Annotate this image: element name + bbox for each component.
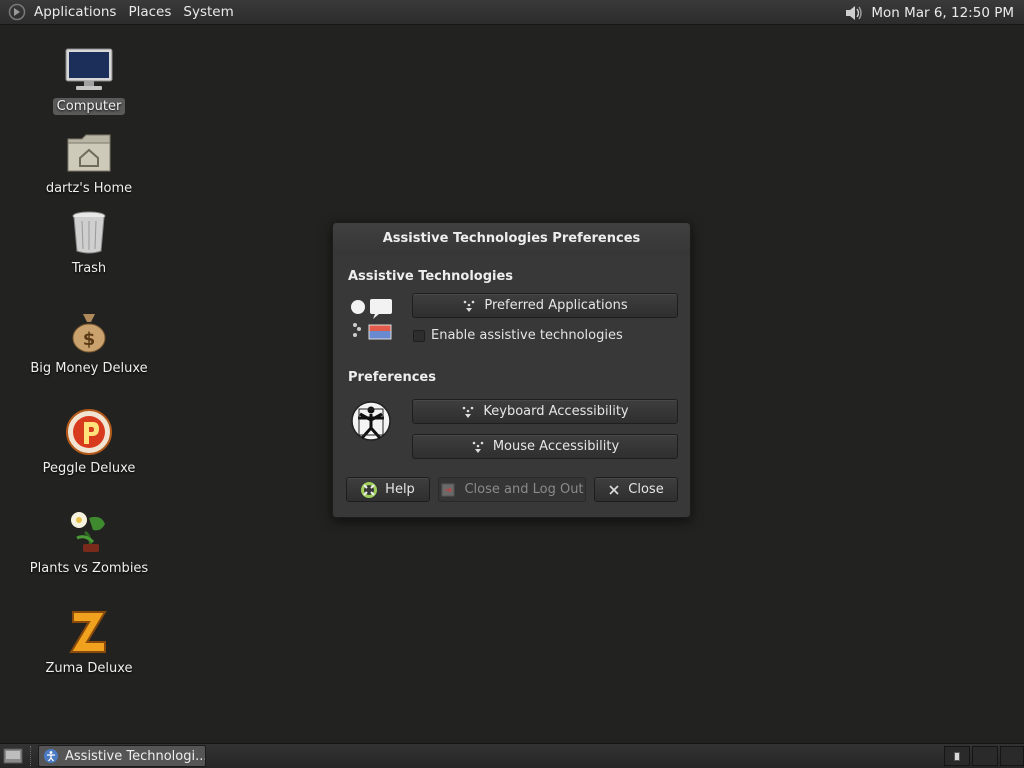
workspace-3[interactable]: [1000, 746, 1024, 766]
desktop-icon-peggle[interactable]: Peggle Deluxe: [14, 406, 164, 477]
desktop-icon-zuma[interactable]: Zuma Deluxe: [14, 606, 164, 677]
vitruvian-man-icon: [350, 400, 392, 442]
money-bag-icon: $: [63, 306, 115, 358]
workspace-2[interactable]: [972, 746, 998, 766]
sparkle-icon: [462, 299, 476, 313]
mouse-accessibility-button[interactable]: Mouse Accessibility: [412, 434, 678, 459]
enable-assistive-label: Enable assistive technologies: [431, 328, 623, 343]
menu-applications[interactable]: Applications: [28, 0, 122, 25]
section-assistive-technologies: Assistive Technologies: [348, 269, 514, 284]
gnome-foot-icon[interactable]: [6, 1, 28, 23]
panel-clock[interactable]: Mon Mar 6, 12:50 PM: [865, 5, 1024, 21]
close-icon: [608, 484, 620, 496]
desktop-icon-pvz[interactable]: Plants vs Zombies: [14, 506, 164, 577]
desktop-icon-label: Plants vs Zombies: [29, 561, 149, 576]
zuma-icon: [63, 606, 115, 658]
preferred-applications-button[interactable]: Preferred Applications: [412, 293, 678, 318]
assistive-technologies-icon: [349, 297, 395, 343]
mouse-accessibility-label: Mouse Accessibility: [492, 439, 620, 454]
plants-vs-zombies-icon: [63, 506, 115, 558]
computer-icon: [63, 44, 115, 96]
close-and-logout-label: Close and Log Out: [464, 482, 584, 497]
desktop-icon-home[interactable]: dartz's Home: [14, 126, 164, 197]
trash-icon: [63, 206, 115, 258]
enable-assistive-checkbox[interactable]: [413, 329, 425, 342]
window-thumbnail: [954, 752, 960, 761]
close-and-logout-button[interactable]: Close and Log Out: [438, 477, 586, 502]
accessibility-icon: [43, 748, 59, 764]
keyboard-accessibility-button[interactable]: Keyboard Accessibility: [412, 399, 678, 424]
desktop-icon-trash[interactable]: Trash: [14, 206, 164, 277]
logout-icon: [440, 482, 456, 498]
sparkle-icon: [461, 405, 475, 419]
bottom-panel: Assistive Technologi...: [0, 743, 1024, 768]
desktop-icon-big-money[interactable]: $ Big Money Deluxe: [14, 306, 164, 377]
desktop-icon-computer[interactable]: Computer: [14, 44, 164, 115]
peggle-icon: [63, 406, 115, 458]
desktop-icon-label: dartz's Home: [45, 181, 133, 196]
keyboard-accessibility-label: Keyboard Accessibility: [483, 404, 629, 419]
workspace-switcher: [944, 746, 1024, 766]
workspace-1[interactable]: [944, 746, 970, 766]
desktop-icon-label: Peggle Deluxe: [42, 461, 136, 476]
show-desktop-icon[interactable]: [2, 745, 24, 767]
desktop-icon-label: Computer: [52, 98, 126, 115]
taskbar-item-label: Assistive Technologi...: [65, 748, 206, 764]
desktop-icon-label: Trash: [71, 261, 107, 276]
assistive-technologies-dialog: Assistive Technologies Preferences Assis…: [332, 222, 691, 518]
close-button[interactable]: Close: [594, 477, 678, 502]
top-panel: Applications Places System Mon Mar 6, 12…: [0, 0, 1024, 25]
menu-system[interactable]: System: [177, 0, 239, 25]
preferred-applications-label: Preferred Applications: [484, 298, 628, 313]
panel-separator: [30, 746, 32, 766]
dialog-title[interactable]: Assistive Technologies Preferences: [333, 223, 690, 255]
desktop-icon-label: Big Money Deluxe: [30, 361, 148, 376]
home-folder-icon: [63, 126, 115, 178]
close-label: Close: [628, 482, 664, 497]
sparkle-icon: [471, 440, 485, 454]
volume-icon[interactable]: [843, 3, 865, 23]
enable-assistive-row[interactable]: Enable assistive technologies: [413, 328, 623, 343]
help-button[interactable]: Help: [346, 477, 430, 502]
help-icon: [361, 481, 378, 498]
taskbar-item-assistive[interactable]: Assistive Technologi...: [38, 745, 206, 767]
help-label: Help: [385, 482, 415, 497]
menu-places[interactable]: Places: [122, 0, 177, 25]
desktop-icon-label: Zuma Deluxe: [45, 661, 133, 676]
section-preferences: Preferences: [348, 370, 436, 385]
svg-text:$: $: [83, 329, 96, 350]
